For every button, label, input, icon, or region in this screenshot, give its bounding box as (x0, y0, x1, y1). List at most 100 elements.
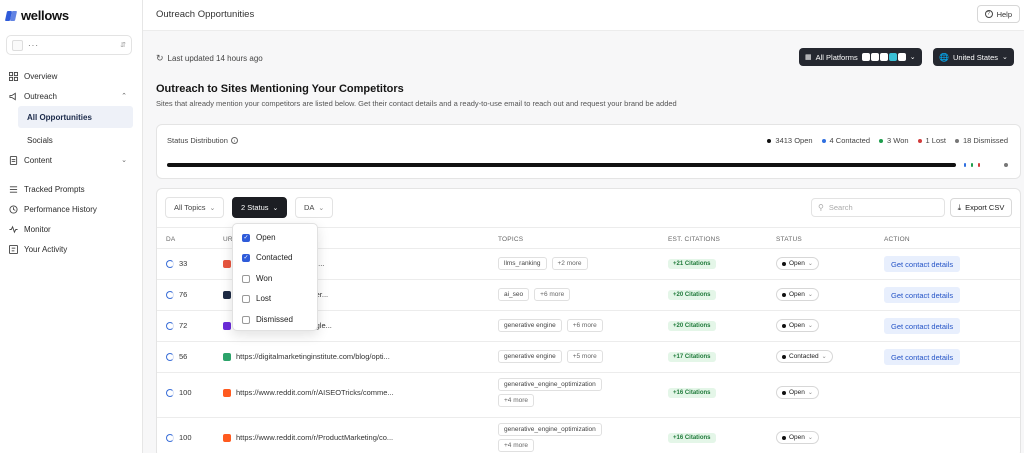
sidebar-item-content[interactable]: Content ⌄ (0, 150, 142, 170)
chevron-down-icon: ⌄ (807, 323, 813, 329)
more-topics-tag[interactable]: +2 more (551, 257, 588, 270)
logo[interactable]: wellows (6, 8, 69, 23)
checkbox[interactable]: ✓ (242, 253, 250, 262)
status-dot (782, 390, 786, 395)
url-text[interactable]: https://www.reddit.com/r/ProductMarketin… (236, 433, 393, 442)
da-ring-icon (166, 321, 174, 330)
url-text[interactable]: https://www.reddit.com/r/AISEOTricks/com… (236, 388, 394, 397)
url-text[interactable]: https://digitalmarketinginstitute.com/bl… (236, 352, 390, 361)
status-select[interactable]: Open ⌄ (776, 319, 819, 332)
status-select[interactable]: Open ⌄ (776, 257, 819, 270)
status-filter[interactable]: 2 Status ⌄ (232, 197, 288, 218)
status-distribution-title: Status Distribution (167, 136, 228, 145)
action-cell: Get contact details (884, 287, 961, 303)
sidebar-item-tracked-prompts[interactable]: Tracked Prompts (0, 179, 142, 199)
status-option-contacted[interactable]: ✓ Contacted (242, 251, 292, 264)
status-option-dismissed[interactable]: Dismissed (242, 313, 293, 326)
url-cell[interactable]: https://digitalmarketinginstitute.com/bl… (223, 352, 390, 361)
last-updated: ↻ Last updated 14 hours ago (156, 53, 263, 64)
da-cell: 100 (166, 433, 192, 442)
status-option-open[interactable]: ✓ Open (242, 231, 276, 244)
more-topics-tag[interactable]: +6 more (534, 288, 571, 301)
sidebar-item-monitor[interactable]: Monitor (0, 219, 142, 239)
get-contact-details-button[interactable]: Get contact details (884, 256, 961, 272)
sidebar-item-socials[interactable]: Socials (0, 130, 142, 150)
status-option-label: Won (256, 274, 273, 283)
status-select[interactable]: Open ⌄ (776, 288, 819, 301)
checkbox[interactable] (242, 315, 250, 324)
sidebar-item-label: Content (24, 155, 53, 165)
get-contact-details-button[interactable]: Get contact details (884, 349, 961, 365)
country-dropdown[interactable]: 🌐 United States ⌄ (933, 48, 1014, 66)
url-cell[interactable]: https://www.reddit.com/r/ProductMarketin… (223, 433, 393, 442)
checkbox[interactable]: ✓ (242, 233, 250, 242)
topics-filter[interactable]: All Topics ⌄ (165, 197, 225, 218)
platform-logo-icon (888, 53, 897, 61)
legend-dot (821, 138, 826, 143)
workspace-avatar (12, 39, 23, 51)
table-row[interactable]: 100 https://www.reddit.com/r/AISEOTricks/… (157, 373, 1020, 418)
sidebar-item-outreach[interactable]: Outreach ⌃ (0, 86, 142, 106)
more-topics-tag[interactable]: +5 more (566, 350, 603, 363)
status-dot (782, 292, 786, 297)
distribution-segment (977, 163, 980, 167)
platform-logo-icon (870, 53, 879, 61)
da-ring-icon (166, 433, 174, 442)
platforms-dropdown[interactable]: ▦ All Platforms ⌄ (799, 48, 922, 66)
info-icon[interactable]: i (230, 137, 238, 144)
da-cell: 33 (166, 259, 187, 268)
topics-cell: ai_seo +6 more (498, 288, 571, 301)
da-filter[interactable]: DA ⌄ (295, 197, 334, 218)
da-cell: 76 (166, 290, 187, 299)
platform-logos (861, 53, 906, 61)
sidebar-item-performance-history[interactable]: Performance History (0, 199, 142, 219)
table-row[interactable]: 56 https://digitalmarketinginstitute.com/… (157, 342, 1020, 373)
status-option-lost[interactable]: Lost (242, 292, 271, 305)
workspace-selector[interactable]: ··· ⇵ (6, 35, 132, 55)
get-contact-details-button[interactable]: Get contact details (884, 287, 961, 303)
get-contact-details-button[interactable]: Get contact details (884, 318, 961, 334)
checkbox[interactable] (242, 274, 250, 283)
topic-tag: ai_seo (498, 288, 530, 301)
checkbox[interactable] (242, 294, 250, 303)
export-csv-button[interactable]: ⤓ Export CSV (950, 198, 1012, 217)
status-select[interactable]: Contacted ⌄ (776, 350, 833, 363)
action-cell: Get contact details (884, 256, 961, 272)
sidebar-item-all-opportunities[interactable]: All Opportunities (18, 106, 133, 128)
search-input[interactable]: ⚲ Search (811, 198, 945, 217)
status-value: Open (789, 260, 805, 267)
da-value: 56 (179, 352, 188, 361)
citations-badge: +16 Citations (668, 388, 716, 398)
distribution-segment (167, 163, 956, 167)
status-value: Open (789, 389, 805, 396)
header-da[interactable]: DA (166, 236, 175, 243)
more-topics-tag[interactable]: +6 more (566, 319, 603, 332)
status-cell: Open ⌄ (776, 319, 819, 332)
logo-text: wellows (21, 8, 69, 23)
status-select[interactable]: Open ⌄ (776, 386, 819, 399)
status-option-won[interactable]: Won (242, 272, 272, 285)
chevron-updown-icon: ⇵ (120, 42, 126, 49)
header-citations[interactable]: EST. CITATIONS (668, 236, 720, 243)
sidebar-item-overview[interactable]: Overview (0, 66, 142, 86)
sidebar-item-your-activity[interactable]: Your Activity (0, 239, 142, 259)
status-option-label: Dismissed (256, 315, 293, 324)
document-icon (9, 155, 18, 165)
chevron-up-icon: ⌃ (121, 93, 127, 100)
more-topics-tag[interactable]: +4 more (498, 439, 535, 452)
legend-item: 18 Dismissed (954, 136, 1008, 145)
sidebar-item-label: Tracked Prompts (24, 184, 85, 194)
more-topics-tag[interactable]: +4 more (498, 394, 535, 407)
chevron-down-icon: ⌄ (318, 204, 325, 212)
status-cell: Open ⌄ (776, 257, 819, 270)
workspace-name: ··· (28, 40, 39, 50)
url-cell[interactable]: https://www.reddit.com/r/AISEOTricks/com… (223, 388, 394, 397)
citations-badge: +17 Citations (668, 352, 716, 362)
status-distribution-card: Status Distribution i 3413 Open 4 Contact… (156, 124, 1021, 179)
status-select[interactable]: Open ⌄ (776, 431, 819, 444)
platforms-label: All Platforms (815, 52, 858, 62)
citations-badge: +20 Citations (668, 290, 716, 300)
help-button[interactable]: ? Help (976, 5, 1020, 23)
table-row[interactable]: 100 https://www.reddit.com/r/ProductMarke… (157, 418, 1020, 453)
platform-logo-icon (861, 53, 870, 61)
